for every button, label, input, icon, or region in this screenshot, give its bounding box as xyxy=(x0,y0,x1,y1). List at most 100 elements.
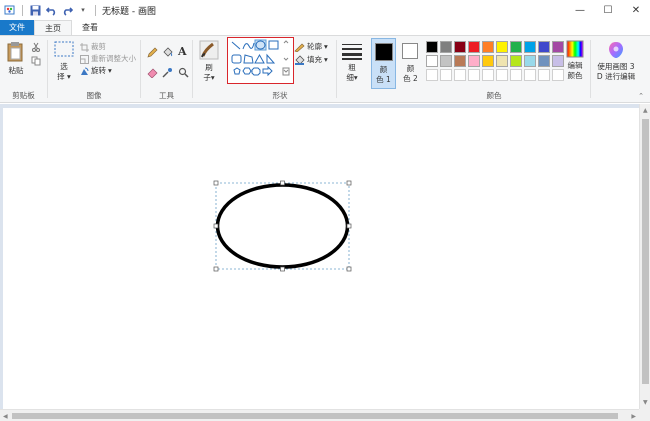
scroll-down-icon[interactable]: ▼ xyxy=(643,399,648,406)
custom-color-slot[interactable] xyxy=(440,69,452,81)
custom-color-slot[interactable] xyxy=(482,69,494,81)
shapes-group-label: 形状 xyxy=(272,91,288,100)
tab-view[interactable]: 查看 xyxy=(72,20,108,35)
copy-icon[interactable] xyxy=(31,56,41,69)
palette-swatch[interactable] xyxy=(468,55,480,67)
vertical-scrollbar[interactable]: ▲ ▼ xyxy=(639,104,650,409)
color-picker-icon[interactable] xyxy=(162,67,173,81)
palette-swatch[interactable] xyxy=(440,41,452,53)
scroll-right-icon[interactable]: ▶ xyxy=(631,413,636,420)
custom-color-slot[interactable] xyxy=(468,69,480,81)
color2-label-2: 色 2 xyxy=(403,74,418,83)
collapse-ribbon-icon[interactable]: ⌃ xyxy=(638,92,644,100)
customize-qat-icon[interactable]: ▾ xyxy=(77,4,89,16)
redo-icon[interactable] xyxy=(61,4,73,16)
palette-swatch[interactable] xyxy=(454,41,466,53)
paste-button[interactable]: 粘贴 xyxy=(7,41,25,76)
color1-swatch xyxy=(375,43,393,61)
palette-swatch[interactable] xyxy=(510,41,522,53)
scroll-left-icon[interactable]: ◀ xyxy=(3,413,8,420)
tab-file[interactable]: 文件 xyxy=(0,20,34,35)
text-tool-icon[interactable]: A xyxy=(178,45,187,58)
tools-group-label: 工具 xyxy=(159,91,174,100)
brush-label-2: 子▾ xyxy=(203,73,215,82)
rotate-button[interactable]: 旋转 ▾ xyxy=(80,65,136,77)
vertical-scroll-thumb[interactable] xyxy=(642,119,649,384)
rotate-icon xyxy=(81,67,89,75)
edit-colors-icon xyxy=(566,40,584,58)
undo-icon[interactable] xyxy=(45,4,57,16)
close-button[interactable]: ✕ xyxy=(622,0,650,20)
title-bar: ▾ 无标题 - 画图 — ☐ ✕ xyxy=(0,0,650,20)
palette-swatch[interactable] xyxy=(496,55,508,67)
palette-swatch[interactable] xyxy=(454,55,466,67)
minimize-button[interactable]: — xyxy=(566,0,594,20)
size-button[interactable]: 粗 细▾ xyxy=(341,42,363,83)
custom-color-slot[interactable] xyxy=(524,69,536,81)
magnifier-icon[interactable] xyxy=(178,67,189,81)
fill-button[interactable]: 填充 ▾ xyxy=(294,54,328,66)
crop-button[interactable]: 裁剪 xyxy=(80,41,136,53)
custom-color-slot[interactable] xyxy=(510,69,522,81)
palette-swatch[interactable] xyxy=(510,55,522,67)
resize-button[interactable]: 重新调整大小 xyxy=(80,53,136,65)
palette-swatch[interactable] xyxy=(524,41,536,53)
paint3d-icon xyxy=(609,42,623,58)
palette-swatch[interactable] xyxy=(468,41,480,53)
image-group-label: 图像 xyxy=(86,91,102,100)
maximize-button[interactable]: ☐ xyxy=(594,0,622,20)
resize-icon xyxy=(80,54,89,64)
horizontal-scroll-thumb[interactable] xyxy=(12,413,618,419)
select-button[interactable]: 选 择 ▾ xyxy=(54,41,74,82)
quick-access-toolbar: ▾ xyxy=(0,0,98,20)
clipboard-group: 粘贴 剪贴板 xyxy=(0,36,47,103)
palette-swatch[interactable] xyxy=(482,41,494,53)
fill-icon xyxy=(295,55,305,65)
custom-color-slot[interactable] xyxy=(454,69,466,81)
shapes-gallery-icons xyxy=(231,39,290,77)
paint3d-button[interactable]: 使用画图 3 D 进行编辑 xyxy=(594,41,638,82)
paint-app-icon xyxy=(4,4,16,16)
tools-group: A 工具 xyxy=(141,36,192,103)
brush-icon xyxy=(199,40,219,60)
fill-bucket-icon[interactable] xyxy=(162,47,173,61)
palette-swatch[interactable] xyxy=(538,41,550,53)
palette-swatch[interactable] xyxy=(524,55,536,67)
eraser-icon[interactable] xyxy=(147,67,158,81)
shapes-gallery[interactable] xyxy=(227,37,294,84)
palette-swatch[interactable] xyxy=(426,41,438,53)
scroll-corner xyxy=(639,409,650,421)
save-icon[interactable] xyxy=(29,4,41,16)
color2-swatch xyxy=(402,43,418,59)
image-group: 选 择 ▾ 裁剪 重新调整大小 旋转 ▾ 图像 xyxy=(48,36,140,103)
custom-color-slot[interactable] xyxy=(538,69,550,81)
brushes-button[interactable]: 刷 子▾ xyxy=(199,40,219,83)
palette-swatch[interactable] xyxy=(482,55,494,67)
palette-swatch[interactable] xyxy=(440,55,452,67)
outline-icon xyxy=(294,43,305,52)
paint-window: ▾ 无标题 - 画图 — ☐ ✕ 文件 主页 查看 粘贴 剪贴板 选 择 ▾ 裁… xyxy=(0,0,650,421)
select-icon xyxy=(54,41,74,57)
paint3d-label: 使用画图 3 xyxy=(597,62,635,71)
color2-button[interactable]: 颜 色 2 xyxy=(398,38,423,89)
palette-swatch[interactable] xyxy=(496,41,508,53)
window-title: 无标题 - 画图 xyxy=(102,6,156,17)
resize-label: 重新调整大小 xyxy=(91,54,136,63)
ribbon-tabs: 文件 主页 查看 xyxy=(0,20,650,35)
drawing-canvas[interactable] xyxy=(3,108,639,413)
scroll-up-icon[interactable]: ▲ xyxy=(643,107,648,114)
pencil-icon[interactable] xyxy=(147,47,158,61)
horizontal-scrollbar[interactable]: ◀ ▶ xyxy=(0,409,639,421)
tab-home[interactable]: 主页 xyxy=(34,20,72,35)
paste-icon xyxy=(7,42,23,62)
chevron-down-icon: ▾ xyxy=(324,55,328,64)
cut-icon[interactable] xyxy=(31,42,41,55)
custom-color-slot[interactable] xyxy=(496,69,508,81)
palette-swatch[interactable] xyxy=(538,55,550,67)
edit-colors-button[interactable]: 编辑 颜色 xyxy=(562,40,588,81)
palette-swatch[interactable] xyxy=(426,55,438,67)
outline-button[interactable]: 轮廓 ▾ xyxy=(294,41,328,53)
custom-color-slot[interactable] xyxy=(426,69,438,81)
divider xyxy=(22,4,23,16)
color1-button[interactable]: 颜 色 1 xyxy=(371,38,396,89)
